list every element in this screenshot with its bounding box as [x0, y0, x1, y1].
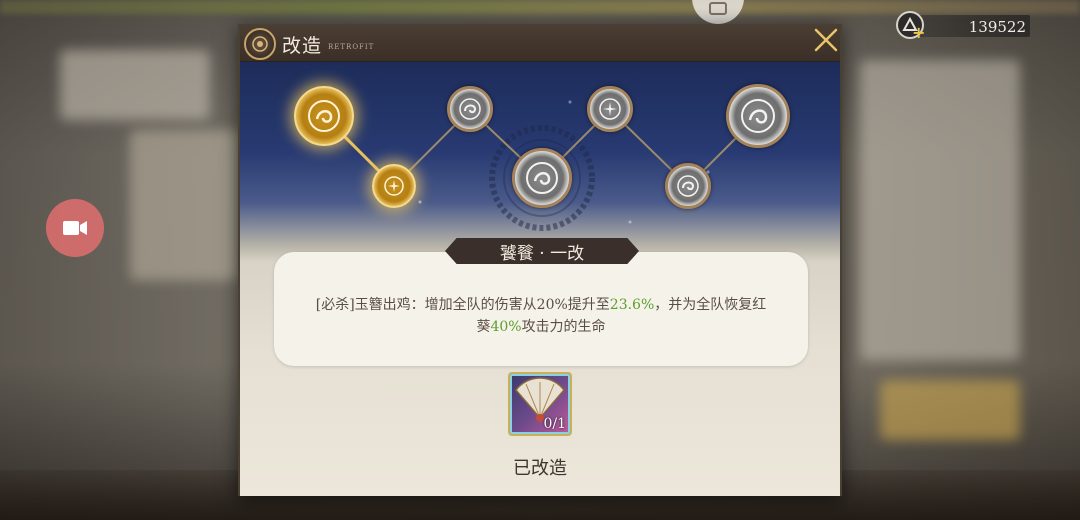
description-part-1: [必杀]玉簪出鸡：增加全队的伤害从20%提升至 [315, 297, 610, 313]
background-blur-panel [60, 50, 210, 120]
description-part-3: 攻击力的生命 [521, 319, 606, 335]
close-icon [814, 28, 838, 52]
sparkle-icon [599, 98, 621, 120]
close-button[interactable] [810, 24, 842, 56]
upgrade-node-5[interactable] [587, 86, 633, 132]
swirl-icon [459, 98, 481, 120]
record-video-button[interactable] [46, 199, 104, 257]
description-highlight-2: 40% [490, 319, 522, 335]
upgrade-node-1[interactable] [294, 86, 354, 146]
upgrade-node-7[interactable] [726, 84, 790, 148]
currency-bar: 139522 [910, 15, 1030, 37]
material-item[interactable]: 0/1 [508, 372, 572, 436]
background-blur-panel [860, 60, 1020, 360]
video-camera-icon [63, 221, 87, 235]
dragon-icon [308, 100, 340, 132]
swirl-icon [677, 175, 699, 197]
upgrade-node-2[interactable] [372, 164, 416, 208]
dragon-icon [526, 162, 558, 194]
dialog-subtitle: RETROFIT [328, 43, 375, 51]
upgrade-node-3[interactable] [447, 86, 493, 132]
background-blur-panel [130, 130, 240, 280]
dragon-icon [741, 99, 775, 133]
emblem-icon [244, 28, 276, 60]
material-count: 0/1 [543, 416, 566, 432]
message-icon [709, 2, 727, 15]
background-blur-panel [880, 380, 1020, 440]
currency-display[interactable]: 139522 + [896, 11, 1030, 41]
sparkle-icon [384, 176, 404, 196]
upgrade-tree-panel [240, 62, 840, 262]
description-highlight-1: 23.6% [609, 297, 655, 313]
upgrade-node-6[interactable] [665, 163, 711, 209]
upgrade-title-banner: 饕餮 · 一改 [445, 238, 639, 264]
skill-description-card: [必杀]玉簪出鸡：增加全队的伤害从20%提升至23.6%，并为全队恢复红葵40%… [274, 252, 808, 366]
add-currency-icon[interactable]: + [912, 25, 925, 41]
dialog-header: 改造 RETROFIT [240, 26, 840, 62]
retrofit-status: 已改造 [513, 458, 567, 479]
currency-value: 139522 [968, 18, 1026, 36]
dialog-title: 改造 [282, 35, 323, 57]
skill-description: [必杀]玉簪出鸡：增加全队的伤害从20%提升至23.6%，并为全队恢复红葵40%… [314, 294, 768, 338]
upgrade-node-4[interactable] [512, 148, 572, 208]
upgrade-title: 饕餮 · 一改 [499, 243, 585, 264]
retrofit-dialog: 改造 RETROFIT [必杀]玉簪出鸡：增加全队的伤害从20%提升至23.6%… [238, 24, 842, 496]
